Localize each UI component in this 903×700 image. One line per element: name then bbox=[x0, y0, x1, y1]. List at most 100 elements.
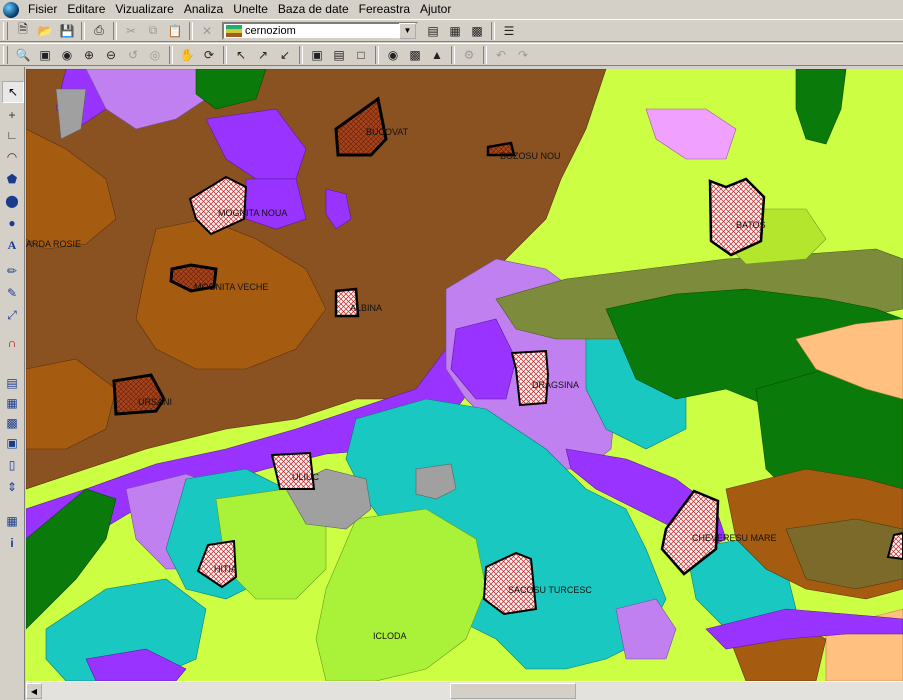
select-icon[interactable]: ↖ bbox=[230, 45, 252, 65]
label-ursani: URSANI bbox=[138, 397, 172, 407]
print-icon[interactable]: ⎙ bbox=[88, 21, 110, 41]
menu-fereastra[interactable]: Fereastra bbox=[354, 1, 415, 18]
reshape-icon[interactable]: ⤢ bbox=[2, 305, 22, 325]
label-icloda: ICLODA bbox=[373, 631, 407, 641]
toolbar-separator bbox=[483, 45, 487, 64]
new-file-icon[interactable]: 🗎 bbox=[12, 21, 34, 41]
invert-selection-icon[interactable]: □ bbox=[350, 45, 372, 65]
scroll-left-icon[interactable]: ◀ bbox=[26, 683, 42, 699]
query-builder-icon[interactable]: ▲ bbox=[426, 45, 448, 65]
toolbar-separator bbox=[223, 45, 227, 64]
standard-toolbar: 🗎 📂 💾 ⎙ ✂ ⧉ 📋 ✕ cernoziom ▼ ▤ ▦ ▩ ☰ bbox=[0, 19, 903, 42]
chevron-down-icon[interactable]: ▼ bbox=[399, 22, 416, 39]
scroll-thumb[interactable] bbox=[450, 683, 576, 699]
label-albina: ALBINA bbox=[350, 303, 382, 313]
query-icon[interactable]: ▩ bbox=[404, 45, 426, 65]
settlement-uliuc[interactable] bbox=[270, 451, 316, 490]
cut-icon[interactable]: ✂ bbox=[120, 21, 142, 41]
zoom-all-icon[interactable]: ◎ bbox=[144, 45, 166, 65]
menu-editare[interactable]: Editare bbox=[62, 1, 110, 18]
toolbar-separator bbox=[81, 21, 85, 40]
toolbar-separator bbox=[299, 45, 303, 64]
save-icon[interactable]: 💾 bbox=[56, 21, 78, 41]
open-folder-icon[interactable]: 📂 bbox=[34, 21, 56, 41]
magnet-icon[interactable]: ∩ bbox=[2, 333, 22, 353]
menu-unelte[interactable]: Unelte bbox=[228, 1, 273, 18]
toolbar-grip[interactable] bbox=[3, 21, 8, 40]
line-style-icon[interactable]: ▦ bbox=[2, 393, 22, 413]
select-polygon-icon[interactable]: ↙ bbox=[274, 45, 296, 65]
menu-ajutor[interactable]: Ajutor bbox=[415, 1, 456, 18]
info-icon[interactable]: i bbox=[2, 533, 22, 553]
redo-icon[interactable]: ↷ bbox=[512, 45, 534, 65]
text-icon[interactable]: A bbox=[2, 235, 22, 255]
zoom-out-icon[interactable]: ⊖ bbox=[100, 45, 122, 65]
zoom-previous-icon[interactable]: ↺ bbox=[122, 45, 144, 65]
toolbar-grip[interactable] bbox=[3, 45, 8, 64]
menu-vizualizare[interactable]: Vizualizare bbox=[110, 1, 178, 18]
zoom-window-icon[interactable]: ▣ bbox=[34, 45, 56, 65]
zoom-in-icon[interactable]: ⊕ bbox=[78, 45, 100, 65]
zoom-layer-icon[interactable]: ◉ bbox=[56, 45, 78, 65]
region-style-icon[interactable]: ▣ bbox=[2, 433, 22, 453]
label-mogosita-veche: MOGNITA VECHE bbox=[194, 282, 268, 292]
label-mogosita-noua: MOGNITA NOUA bbox=[218, 208, 287, 218]
browser-icon[interactable]: ▩ bbox=[466, 21, 488, 41]
menu-baza-de-date[interactable]: Baza de date bbox=[273, 1, 354, 18]
polygon-icon[interactable]: ⬟ bbox=[2, 169, 22, 189]
copy-icon[interactable]: ⧉ bbox=[142, 21, 164, 41]
pointer-icon[interactable]: ↖ bbox=[2, 81, 24, 103]
arc-icon[interactable]: ◠ bbox=[2, 147, 22, 167]
legend-icon[interactable]: ▦ bbox=[444, 21, 466, 41]
refresh-icon[interactable]: ⟳ bbox=[198, 45, 220, 65]
label-bozosu-nou: BOZOSU NOU bbox=[500, 151, 561, 161]
label-sacosu-turcesc: SACOSU TURCESC bbox=[508, 585, 592, 595]
symbol-icon[interactable]: ● bbox=[2, 213, 22, 233]
line-icon[interactable]: ∟ bbox=[2, 125, 22, 145]
toolbar-separator bbox=[169, 45, 173, 64]
layer-select[interactable]: cernoziom ▼ bbox=[222, 21, 418, 40]
layer-icon bbox=[226, 24, 242, 37]
point-icon[interactable]: + bbox=[2, 105, 22, 125]
gear-icon[interactable]: ⚙ bbox=[458, 45, 480, 65]
pan-hand-icon[interactable]: ✋ bbox=[176, 45, 198, 65]
label-bucovat: BUCOVAT bbox=[366, 127, 409, 137]
unselect-icon[interactable]: ▤ bbox=[328, 45, 350, 65]
label-cheveresu-mare: CHEVERESU MARE bbox=[692, 533, 777, 543]
ellipse-icon[interactable]: ⬤ bbox=[2, 191, 22, 211]
style-icon[interactable]: ▤ bbox=[2, 373, 22, 393]
select-all-icon[interactable]: ▣ bbox=[306, 45, 328, 65]
select-radius-icon[interactable]: ↗ bbox=[252, 45, 274, 65]
fill-style-icon[interactable]: ▩ bbox=[2, 413, 22, 433]
delete-icon[interactable]: ✕ bbox=[196, 21, 218, 41]
map-window[interactable]: BUCOVAT BOZOSU NOU MOGNITA NOUA ARDA ROS… bbox=[26, 69, 903, 681]
toolbar-separator bbox=[375, 45, 379, 64]
app-globe-icon[interactable] bbox=[3, 1, 19, 18]
split-icon[interactable]: ⇕ bbox=[2, 477, 22, 497]
layer-select-value: cernoziom bbox=[245, 24, 296, 37]
zoom-icon[interactable]: 🔍 bbox=[12, 45, 34, 65]
undo-icon[interactable]: ↶ bbox=[490, 45, 512, 65]
ruler-icon[interactable]: ✏ bbox=[2, 261, 22, 281]
paste-icon[interactable]: 📋 bbox=[164, 21, 186, 41]
overlay-icon[interactable]: ▯ bbox=[2, 455, 22, 475]
menu-analiza[interactable]: Analiza bbox=[179, 1, 228, 18]
info-tool-icon[interactable]: ◉ bbox=[382, 45, 404, 65]
layer-control-icon[interactable]: ▤ bbox=[422, 21, 444, 41]
label-dragsina: DRAGSINA bbox=[532, 380, 579, 390]
soil-map[interactable]: BUCOVAT BOZOSU NOU MOGNITA NOUA ARDA ROS… bbox=[26, 69, 903, 681]
region-purple[interactable] bbox=[245, 178, 307, 230]
menu-fisier[interactable]: Fisier bbox=[23, 1, 62, 18]
horizontal-scrollbar[interactable]: ◀ bbox=[26, 681, 903, 700]
label-barda-rosie: ARDA ROSIE bbox=[26, 239, 81, 249]
tool-palette: ↖ + ∟ ◠ ⬟ ⬤ ● A ✏ ✎ ⤢ ∩ ▤ ▦ ▩ ▣ ▯ ⇕ ▦ i bbox=[0, 67, 25, 700]
label-hitia: HITIA bbox=[214, 564, 237, 574]
table-icon[interactable]: ▦ bbox=[2, 511, 22, 531]
toolbar-separator bbox=[189, 21, 193, 40]
map-toolbar: 🔍 ▣ ◉ ⊕ ⊖ ↺ ◎ ✋ ⟳ ↖ ↗ ↙ ▣ ▤ □ ◉ ▩ ▲ ⚙ ↶ … bbox=[0, 43, 903, 66]
measure-icon[interactable]: ✎ bbox=[2, 283, 22, 303]
settlement-batos[interactable] bbox=[708, 177, 766, 257]
label-batos: BATOS bbox=[736, 220, 766, 230]
toolbar-separator bbox=[491, 21, 495, 40]
layer-stack-icon[interactable]: ☰ bbox=[498, 21, 520, 41]
